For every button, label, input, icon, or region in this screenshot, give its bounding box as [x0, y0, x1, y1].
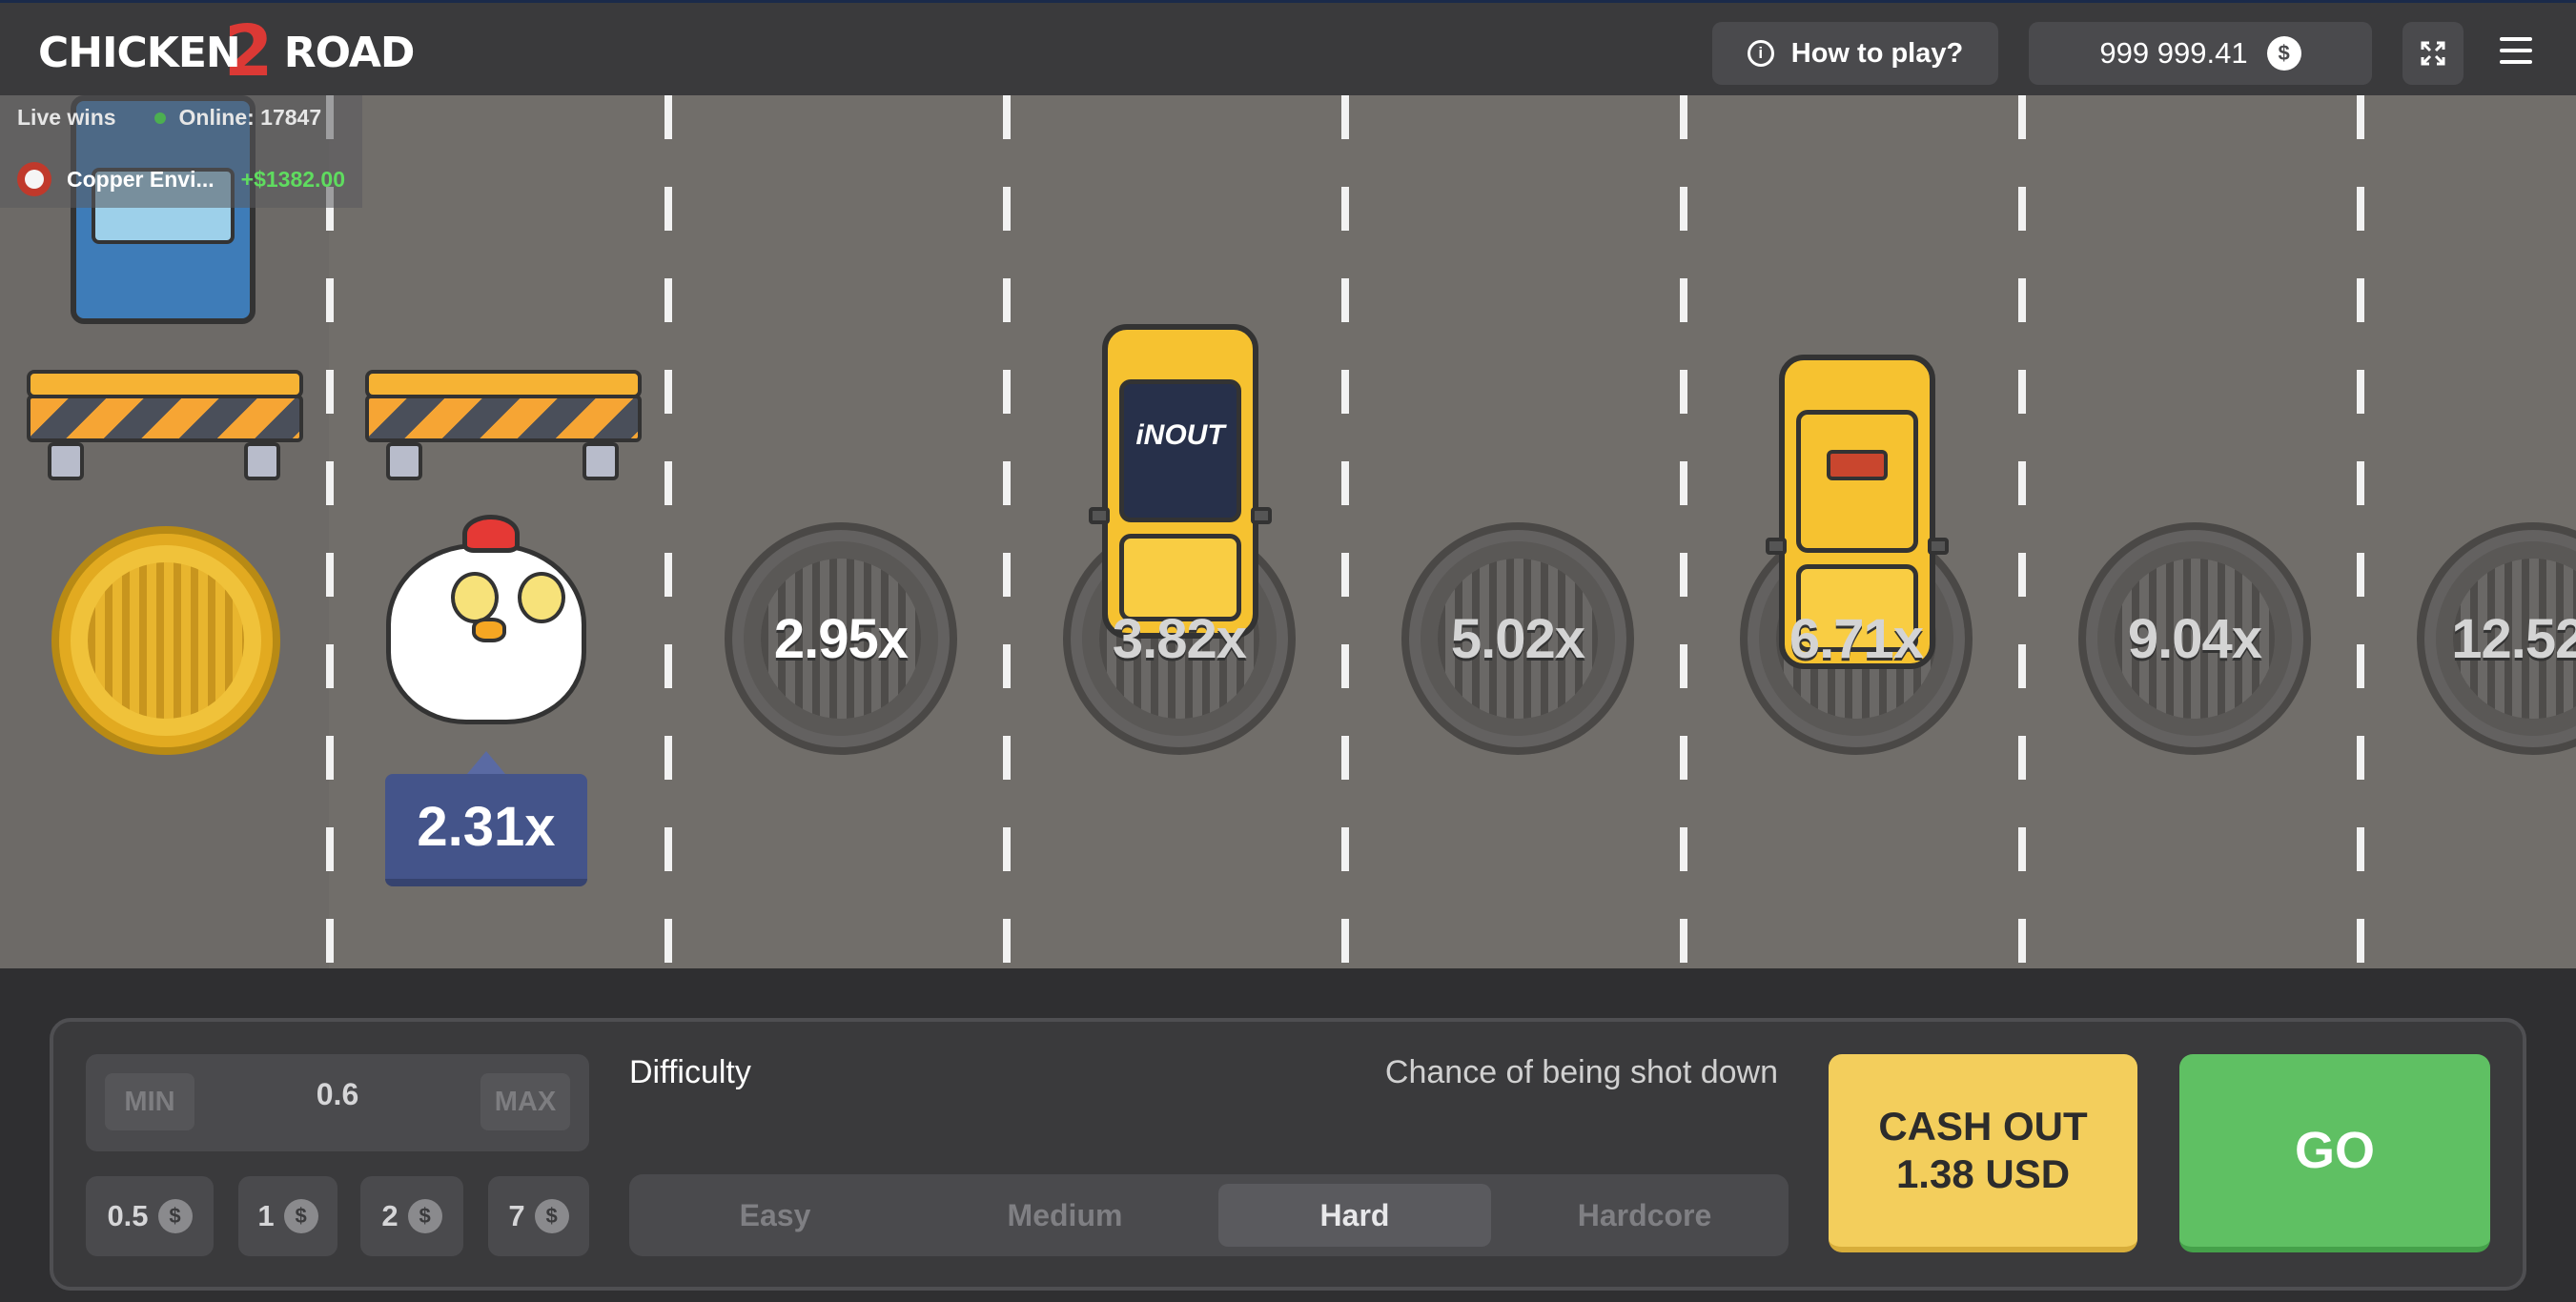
difficulty-medium[interactable]: Medium	[929, 1184, 1201, 1247]
lane-divider	[2018, 95, 2026, 968]
game-root: 2.31x 2.95x 3.82x 5.02x 6.71x 9.04x 12.5…	[0, 0, 2576, 1302]
bet-amount-field: MIN 0.6 MAX	[86, 1054, 589, 1151]
lane-divider	[1680, 95, 1687, 968]
difficulty-easy[interactable]: Easy	[639, 1184, 911, 1247]
bet-chip-value: 0.5	[107, 1199, 148, 1233]
go-button[interactable]: GO	[2179, 1054, 2490, 1252]
how-to-play-label: How to play?	[1791, 38, 1963, 70]
fullscreen-button[interactable]	[2402, 22, 2464, 85]
fullscreen-icon	[2421, 41, 2445, 66]
player-name: Copper Envi...	[67, 167, 215, 193]
lane-divider	[1003, 95, 1011, 968]
how-to-play-button[interactable]: i How to play?	[1712, 22, 1998, 85]
lane-divider	[326, 95, 334, 968]
live-wins-panel: Live wins Online: 17847 Copper Envi... +…	[0, 95, 362, 208]
lane-multiplier-value: 6.71x	[1789, 607, 1923, 671]
lane-multiplier[interactable]: 2.95x	[725, 522, 957, 755]
dollar-icon: $	[2267, 36, 2301, 71]
top-bar: CHICKEN 2 ROAD i How to play? 999 999.41…	[0, 0, 2576, 95]
start-coin	[51, 526, 280, 755]
dollar-icon: $	[284, 1199, 318, 1233]
lane-divider	[1341, 95, 1349, 968]
difficulty-hard[interactable]: Hard	[1218, 1184, 1491, 1247]
player-avatar	[17, 162, 51, 196]
logo-text-left: CHICKEN	[38, 29, 240, 77]
info-icon: i	[1748, 40, 1774, 67]
lane-divider	[2357, 95, 2364, 968]
bet-amount-input[interactable]: 0.6	[238, 1077, 437, 1112]
online-count: Online: 17847	[179, 105, 322, 131]
bet-chip-value: 1	[257, 1199, 274, 1233]
bet-chip[interactable]: 0.5 $	[86, 1176, 214, 1256]
online-indicator-icon	[154, 112, 166, 124]
max-bet-button[interactable]: MAX	[480, 1073, 570, 1130]
lane-multiplier-value: 12.52x	[2451, 607, 2576, 671]
current-multiplier: 2.31x	[385, 774, 587, 886]
road-barrier	[365, 351, 642, 484]
menu-button[interactable]	[2500, 37, 2532, 71]
lane-multiplier[interactable]: 9.04x	[2078, 522, 2311, 755]
game-logo: CHICKEN 2 ROAD	[38, 24, 414, 81]
lane-multiplier-value: 9.04x	[2128, 607, 2261, 671]
lane-multiplier-value: 3.82x	[1113, 607, 1246, 671]
cash-out-amount: 1.38 USD	[1896, 1150, 2070, 1198]
cash-out-button[interactable]: CASH OUT 1.38 USD	[1829, 1054, 2137, 1252]
taxi-sign	[1827, 450, 1888, 480]
lane-multiplier-value: 2.95x	[774, 607, 908, 671]
dollar-icon: $	[408, 1199, 442, 1233]
win-amount: +$1382.00	[241, 167, 345, 193]
bet-chip-value: 2	[381, 1199, 398, 1233]
cash-out-label: CASH OUT	[1878, 1103, 2087, 1150]
chance-label: Chance of being shot down	[1220, 1054, 1778, 1091]
live-wins-label: Live wins	[17, 105, 116, 131]
lane-divider	[664, 95, 672, 968]
menu-icon-bar	[2500, 37, 2532, 41]
min-bet-button[interactable]: MIN	[105, 1073, 194, 1130]
live-win-entry: Copper Envi... +$1382.00	[17, 162, 345, 196]
dollar-icon: $	[158, 1199, 193, 1233]
balance-display: 999 999.41 $	[2029, 22, 2372, 85]
bet-chip[interactable]: 1$	[238, 1176, 337, 1256]
lane-multiplier-value: 5.02x	[1451, 607, 1584, 671]
logo-text-right: ROAD	[284, 29, 415, 77]
car-vehicle: iNOUT	[1094, 324, 1266, 639]
bet-chip[interactable]: 2$	[360, 1176, 463, 1256]
menu-icon-bar	[2500, 60, 2532, 64]
bet-chip-value: 7	[508, 1199, 524, 1233]
difficulty-hardcore[interactable]: Hardcore	[1508, 1184, 1781, 1247]
difficulty-label: Difficulty	[629, 1054, 751, 1091]
balance-value: 999 999.41	[2099, 36, 2247, 71]
road-barrier	[27, 351, 303, 484]
difficulty-selector: Easy Medium Hard Hardcore	[629, 1174, 1789, 1256]
bet-chip[interactable]: 7$	[488, 1176, 589, 1256]
lane-multiplier[interactable]: 5.02x	[1401, 522, 1634, 755]
car-brand: iNOUT	[1119, 419, 1241, 452]
menu-icon-bar	[2500, 49, 2532, 52]
chicken-player	[377, 505, 596, 743]
dollar-icon: $	[535, 1199, 569, 1233]
